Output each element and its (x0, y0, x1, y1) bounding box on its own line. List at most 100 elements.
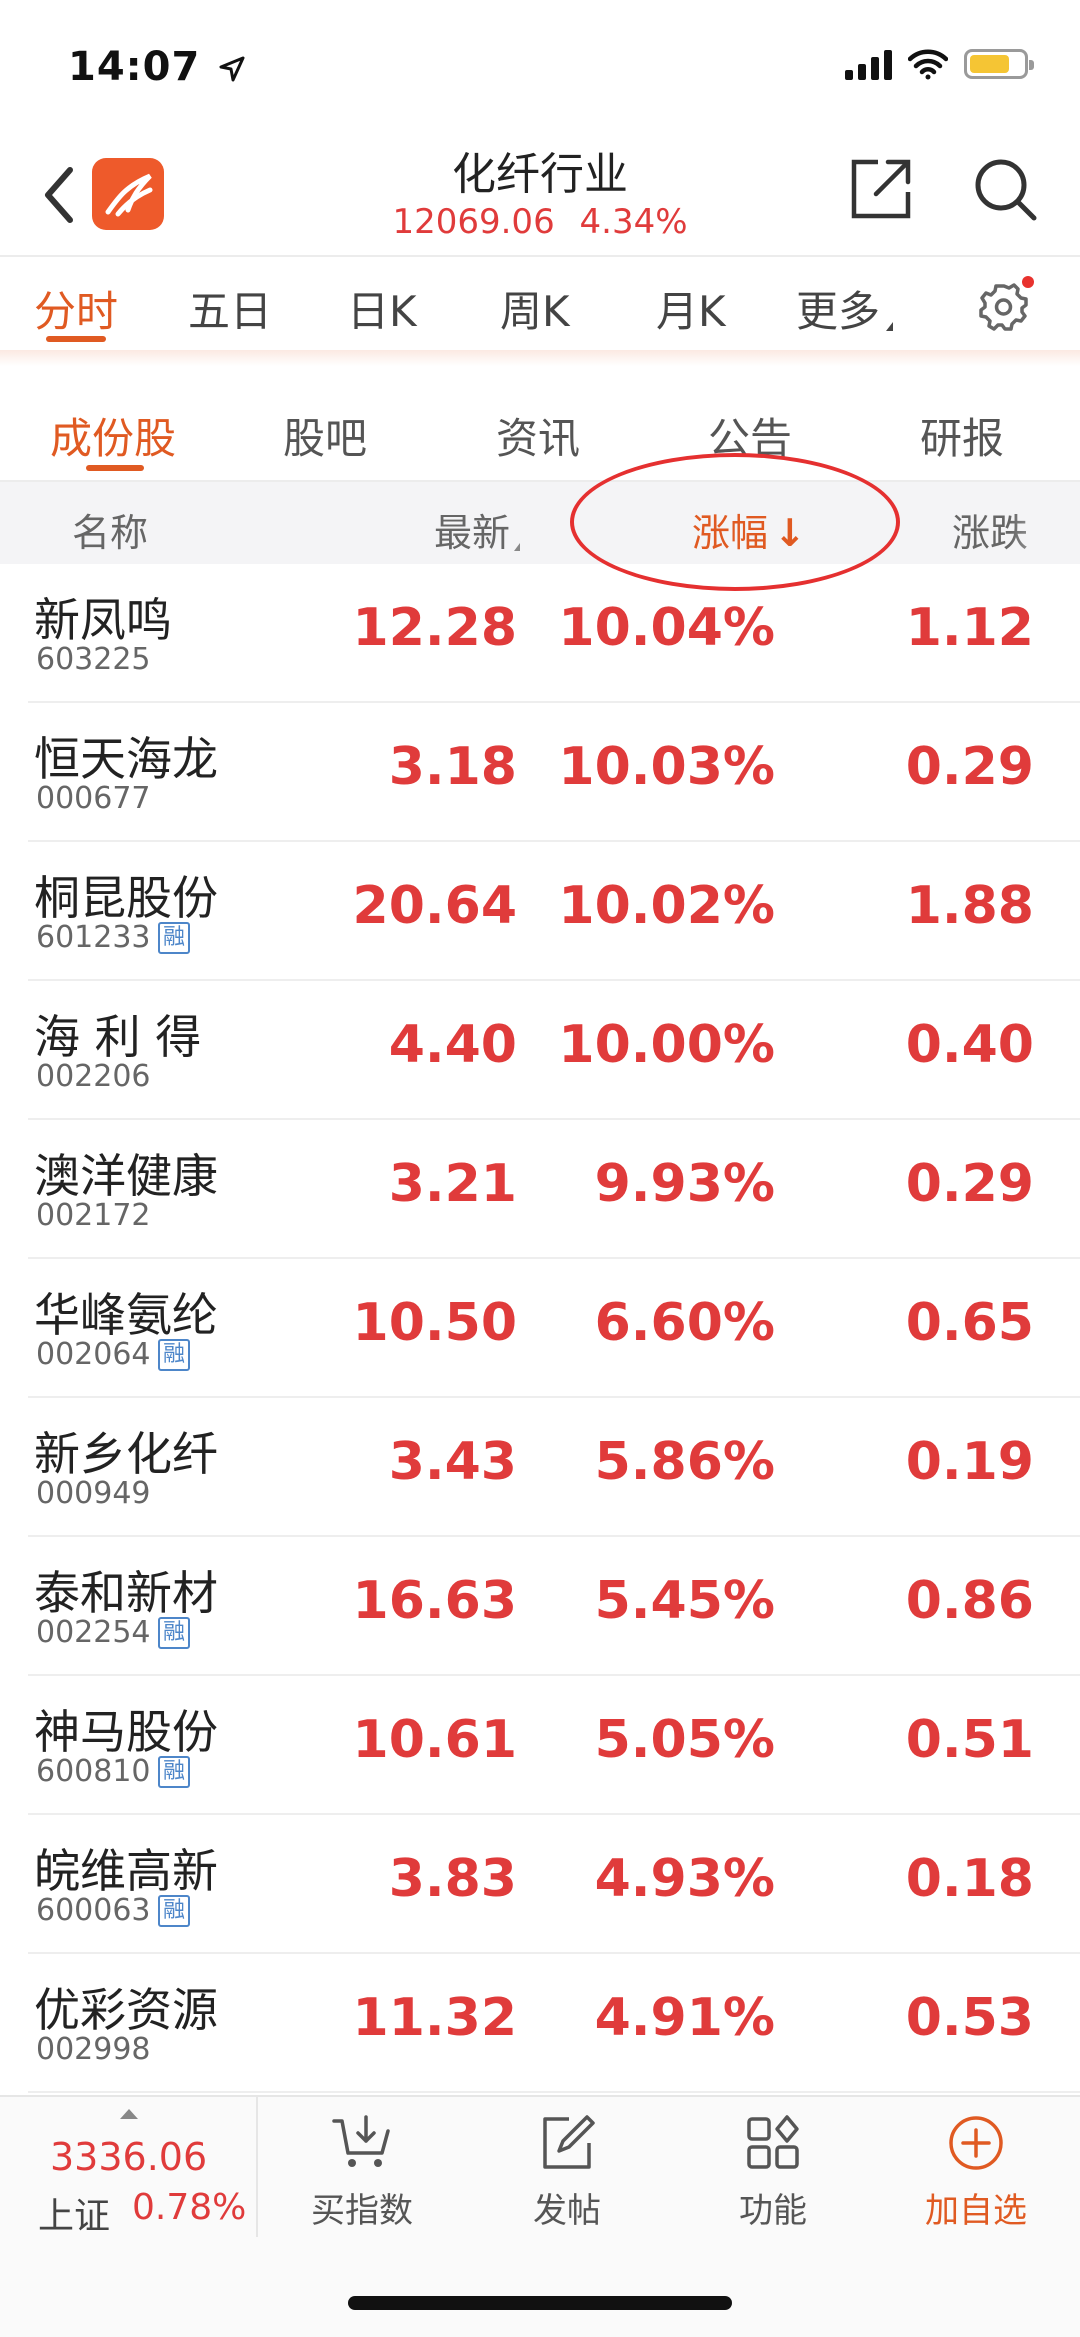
page-header: 化纤行业 12069.06 4.34% (0, 130, 1080, 255)
stock-change-amt: 0.29 (905, 1154, 1034, 1214)
table-row[interactable]: 新乡化纤 000949 3.43 5.86% 0.19 (0, 1398, 1080, 1537)
stock-change-amt: 0.19 (905, 1432, 1034, 1492)
functions-button[interactable]: 功能 (693, 2111, 853, 2241)
tab-intraday[interactable]: 分时 (34, 278, 118, 339)
tab-monthly-k[interactable]: 月K (656, 278, 726, 339)
stock-code: 002998 (36, 2032, 151, 2067)
tab-more[interactable]: 更多 (796, 278, 894, 339)
tab-weekly-k[interactable]: 周K (500, 278, 570, 339)
stock-change-amt: 0.86 (905, 1571, 1034, 1631)
tab-five-day[interactable]: 五日 (188, 278, 272, 339)
tab-constituents[interactable]: 成份股 (50, 405, 176, 466)
stock-change-amt: 0.29 (905, 737, 1034, 797)
stock-name: 新凤鸣 (34, 593, 172, 647)
stock-price: 3.18 (388, 737, 517, 797)
stock-change-amt: 0.18 (905, 1849, 1034, 1909)
tab-more-label: 更多 (796, 287, 881, 336)
post-button[interactable]: 发帖 (487, 2111, 647, 2241)
add-circle-icon (949, 2116, 1003, 2170)
wifi-icon (908, 49, 948, 80)
col-latest-sort[interactable]: 最新 (434, 502, 521, 557)
table-row[interactable]: 华峰氨纶 002064 融 10.50 6.60% 0.65 (0, 1259, 1080, 1398)
stock-name: 神马股份 (34, 1705, 218, 1759)
table-header: 名称 最新 涨幅 ↓ 涨跌 (0, 482, 1080, 564)
table-row[interactable]: 澳洋健康 002172 3.21 9.93% 0.29 (0, 1120, 1080, 1259)
stock-name: 澳洋健康 (34, 1149, 218, 1203)
expand-up-icon (120, 2109, 138, 2119)
stock-code: 000677 (36, 781, 151, 816)
stock-code: 601233 (36, 920, 151, 955)
post-label: 发帖 (533, 2191, 601, 2231)
stock-code: 002206 (36, 1059, 151, 1094)
buy-index-button[interactable]: 买指数 (282, 2111, 442, 2241)
col-latest-label: 最新 (434, 511, 511, 555)
stock-change-pct: 10.04% (558, 598, 775, 658)
stock-name: 优彩资源 (34, 1983, 218, 2037)
stock-price: 3.43 (388, 1432, 517, 1492)
margin-trading-badge: 融 (158, 922, 190, 954)
stock-code: 600810 (36, 1754, 151, 1789)
table-row[interactable]: 恒天海龙 000677 3.18 10.03% 0.29 (0, 703, 1080, 842)
stock-change-pct: 5.86% (594, 1432, 775, 1492)
buy-index-label: 买指数 (311, 2191, 413, 2231)
stock-code: 002254 (36, 1615, 151, 1650)
table-row[interactable]: 桐昆股份 601233 融 20.64 10.02% 1.88 (0, 842, 1080, 981)
caret-icon (886, 322, 894, 331)
market-index-ticker[interactable]: 3336.06 上证 0.78% (0, 2097, 258, 2237)
stock-price: 10.50 (352, 1293, 517, 1353)
stock-price: 11.32 (352, 1988, 517, 2048)
stock-name: 桐昆股份 (34, 871, 218, 925)
sector-quote: 12069.06 4.34% (0, 202, 1080, 242)
gear-icon[interactable] (972, 274, 1036, 338)
market-index-pct: 0.78% (132, 2187, 247, 2228)
table-row[interactable]: 新凤鸣 603225 12.28 10.04% 1.12 (0, 564, 1080, 703)
margin-trading-badge: 融 (158, 1339, 190, 1371)
margin-trading-badge: 融 (158, 1756, 190, 1788)
add-watchlist-label: 加自选 (925, 2191, 1027, 2231)
chart-period-tabs: 分时 五日 日K 周K 月K 更多 (0, 258, 1080, 358)
margin-trading-badge: 融 (158, 1895, 190, 1927)
signal-icon (845, 48, 892, 80)
add-watchlist-button[interactable]: 加自选 (896, 2111, 1056, 2241)
stock-change-amt: 1.12 (905, 598, 1034, 658)
sector-change-pct: 4.34% (579, 202, 688, 242)
tab-daily-k[interactable]: 日K (347, 278, 417, 339)
table-row[interactable]: 皖维高新 600063 融 3.83 4.93% 0.18 (0, 1815, 1080, 1954)
stock-change-amt: 1.88 (905, 876, 1034, 936)
table-row[interactable]: 泰和新材 002254 融 16.63 5.45% 0.86 (0, 1537, 1080, 1676)
table-row[interactable]: 海 利 得 002206 4.40 10.00% 0.40 (0, 981, 1080, 1120)
active-tab-indicator (46, 336, 106, 342)
tab-forum[interactable]: 股吧 (283, 405, 367, 466)
tab-research[interactable]: 研报 (920, 405, 1004, 466)
header-fade (1010, 482, 1080, 564)
stock-price: 12.28 (352, 598, 517, 658)
stock-change-pct: 10.02% (558, 876, 775, 936)
stock-code: 000949 (36, 1476, 151, 1511)
stock-change-pct: 5.45% (594, 1571, 775, 1631)
stock-change-amt: 0.51 (905, 1710, 1034, 1770)
page-title: 化纤行业 (452, 149, 628, 200)
search-icon[interactable] (970, 154, 1040, 224)
table-row[interactable]: 优彩资源 002998 11.32 4.91% 0.53 (0, 1954, 1080, 2093)
location-arrow-icon (219, 56, 245, 82)
active-section-indicator (86, 465, 144, 471)
header-divider (0, 255, 1080, 257)
tab-news[interactable]: 资讯 (496, 405, 580, 466)
status-time: 14:07 (68, 44, 245, 90)
stock-code: 600063 (36, 1893, 151, 1928)
sector-index-value: 12069.06 (392, 202, 555, 242)
stock-name: 皖维高新 (34, 1844, 218, 1898)
market-index-value: 3336.06 (50, 2135, 208, 2179)
table-row[interactable]: 神马股份 600810 融 10.61 5.05% 0.51 (0, 1676, 1080, 1815)
section-tabs: 成份股 股吧 资讯 公告 研报 (0, 385, 1080, 480)
grid-icon (747, 2115, 799, 2169)
stock-name: 泰和新材 (34, 1566, 218, 1620)
stock-change-amt: 0.40 (905, 1015, 1034, 1075)
stock-price: 20.64 (352, 876, 517, 936)
share-icon[interactable] (848, 156, 914, 222)
stock-change-pct: 9.93% (594, 1154, 775, 1214)
stock-code: 002172 (36, 1198, 151, 1233)
stock-price: 10.61 (352, 1710, 517, 1770)
home-indicator[interactable] (348, 2296, 732, 2310)
stock-change-pct: 4.93% (594, 1849, 775, 1909)
